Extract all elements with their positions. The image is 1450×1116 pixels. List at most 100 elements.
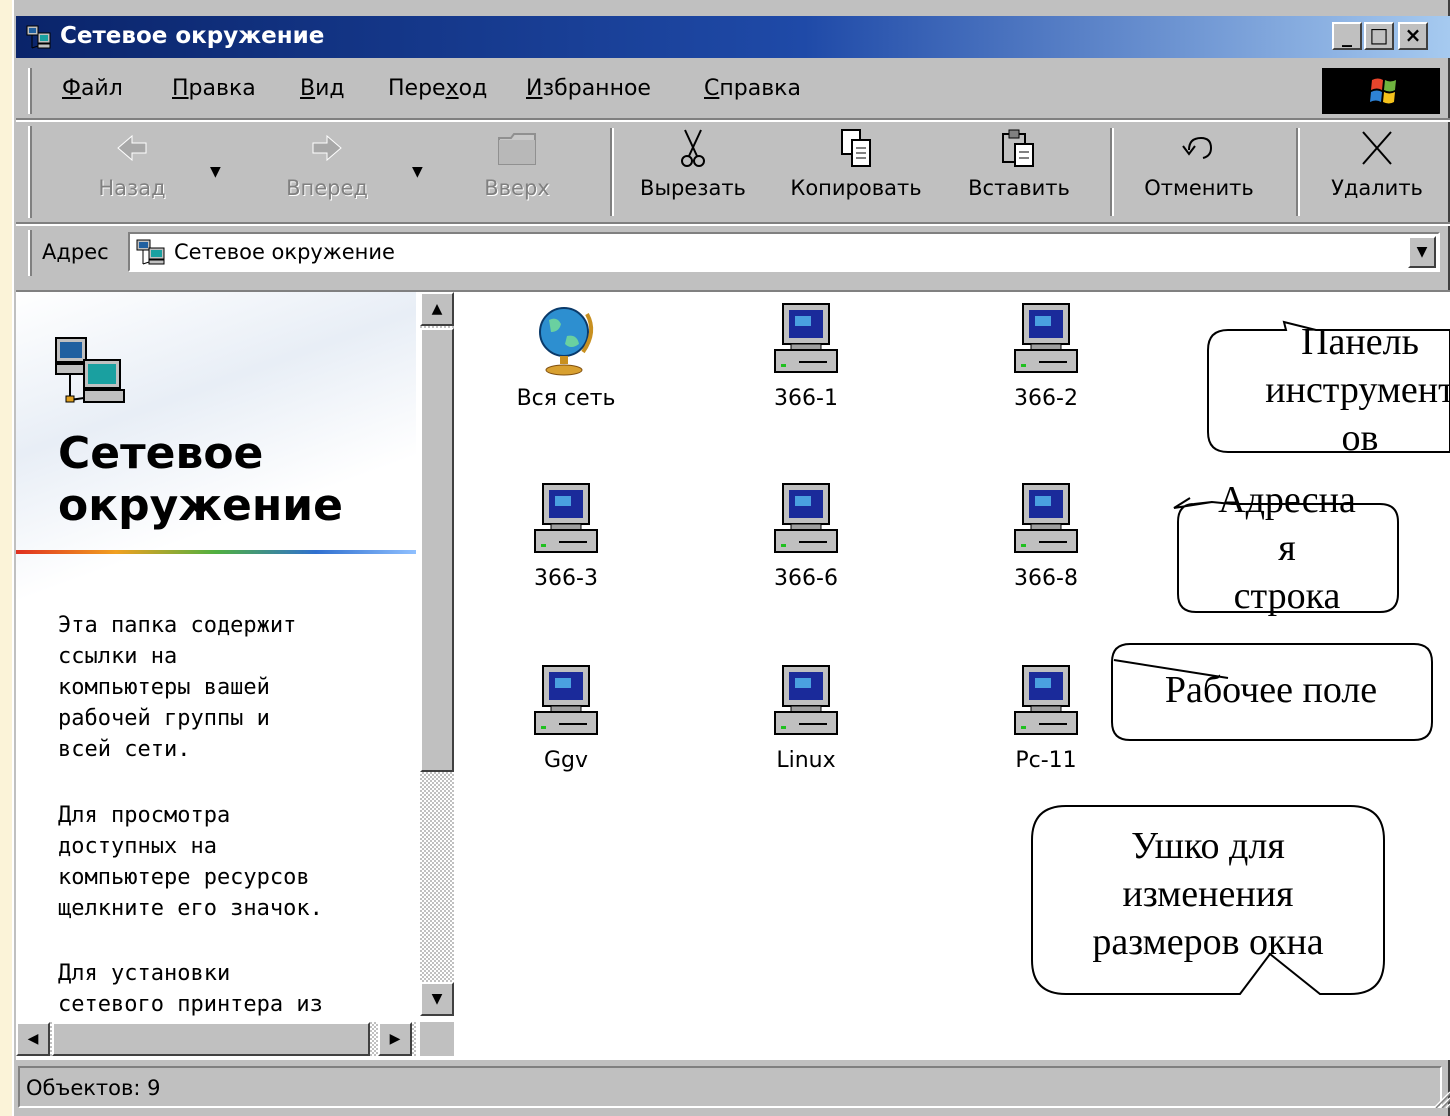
item-computer[interactable]: 366-8 (966, 482, 1126, 591)
pane-description: Эта папка содержит ссылки на компьютеры … (58, 613, 297, 762)
copy-button[interactable]: Копировать (776, 126, 936, 218)
close-button[interactable]: × (1398, 22, 1428, 50)
callout-text: Рабочее поле (1164, 669, 1378, 711)
status-object-count: Объектов: 9 (26, 1076, 161, 1100)
item-label: 366-1 (774, 386, 838, 411)
computer-icon (1014, 483, 1078, 553)
status-panel: Объектов: 9 (18, 1066, 1442, 1108)
pane-title: Сетевое окружение (58, 428, 343, 531)
callout-toolbar: Панель инструмент ов (1206, 320, 1450, 458)
computer-icon (774, 665, 838, 735)
delete-label: Удалить (1331, 176, 1423, 200)
toolbar-grip[interactable] (28, 126, 32, 218)
callout-resize: Ушко для изменения размеров окна (1030, 804, 1386, 1000)
scroll-up-button[interactable]: ▲ (420, 292, 454, 326)
address-input[interactable]: Сетевое окружение ▼ (128, 232, 1440, 272)
menu-access-key: С (704, 76, 720, 101)
copy-icon (841, 129, 871, 167)
item-computer[interactable]: Ggv (486, 664, 646, 773)
vertical-scroll-thumb[interactable] (420, 328, 454, 772)
item-label: Linux (776, 748, 836, 773)
item-computer[interactable]: 366-1 (726, 302, 886, 411)
item-label: Ggv (543, 748, 589, 773)
horizontal-scrollbar[interactable]: ◀ ▶ (16, 1022, 416, 1056)
item-computer[interactable]: Pc-11 (966, 664, 1126, 773)
pane-hint-printer: Для установки сетевого принтера из (58, 961, 323, 1017)
resize-grip-icon[interactable] (1430, 1088, 1450, 1108)
addressbar-grip[interactable] (28, 230, 32, 276)
menu-bar: Файл Правка Вид Переход Избранное Справк… (16, 64, 1450, 118)
menu-access-key: х (445, 76, 459, 101)
forward-arrow-icon (312, 134, 342, 162)
back-button[interactable]: Назад (72, 126, 192, 218)
toolbar-separator (1296, 128, 1300, 216)
up-label: Вверх (484, 176, 550, 200)
undo-button[interactable]: Отменить (1124, 126, 1274, 218)
item-label: Вся сеть (516, 386, 616, 411)
scroll-right-button[interactable]: ▶ (378, 1022, 412, 1056)
menubar-grip[interactable] (28, 68, 32, 114)
callout-text: Адресна я строка (1218, 479, 1356, 617)
cut-label: Вырезать (640, 176, 746, 200)
delete-x-icon (1362, 131, 1392, 165)
menu-access-key: И (526, 76, 543, 101)
paste-button[interactable]: Вставить (954, 126, 1084, 218)
toolbar-separator (610, 128, 614, 216)
menu-go[interactable]: Переход (388, 76, 487, 101)
item-label: 366-2 (1014, 386, 1078, 411)
callout-address: Адресна я строка (1172, 476, 1402, 617)
menu-access-key: П (172, 76, 189, 101)
menu-favorites[interactable]: Избранное (526, 76, 651, 101)
vertical-scrollbar[interactable]: ▲ ▼ (420, 292, 454, 1016)
horizontal-scroll-thumb[interactable] (52, 1022, 370, 1056)
paste-icon (1002, 129, 1034, 167)
up-button[interactable]: Вверх (462, 126, 572, 218)
computer-icon (534, 483, 598, 553)
computer-icon (774, 303, 838, 373)
menu-edit[interactable]: Правка (172, 76, 256, 101)
forward-button[interactable]: Вперед (262, 126, 392, 218)
menu-view[interactable]: Вид (300, 76, 345, 101)
pane-rule (16, 550, 416, 554)
menu-access-key: В (300, 76, 316, 101)
computer-icon (534, 665, 598, 735)
item-label: 366-6 (774, 566, 838, 591)
item-computer[interactable]: 366-6 (726, 482, 886, 591)
scrollbar-corner (420, 1022, 454, 1056)
address-dropdown-button[interactable]: ▼ (1408, 236, 1436, 268)
computer-icon (1014, 665, 1078, 735)
scroll-left-button[interactable]: ◀ (16, 1022, 50, 1056)
minimize-button[interactable]: _ (1332, 22, 1362, 50)
item-computer[interactable]: 366-3 (486, 482, 646, 591)
menu-file[interactable]: Файл (62, 76, 123, 101)
item-label: 366-8 (1014, 566, 1078, 591)
folder-up-icon (498, 133, 536, 165)
address-label: Адрес (42, 240, 109, 264)
item-computer[interactable]: Linux (726, 664, 886, 773)
back-arrow-icon (117, 134, 147, 162)
maximize-button[interactable]: □ (1364, 22, 1394, 50)
scissors-icon (681, 129, 705, 167)
network-neighborhood-icon (26, 25, 51, 49)
scroll-down-button[interactable]: ▼ (420, 982, 454, 1016)
menu-help[interactable]: Справка (704, 76, 801, 101)
cut-button[interactable]: Вырезать (628, 126, 758, 218)
network-neighborhood-icon (55, 337, 125, 403)
undo-label: Отменить (1144, 176, 1254, 200)
computer-icon (774, 483, 838, 553)
delete-button[interactable]: Удалить (1314, 126, 1440, 218)
address-bar: Адрес Сетевое окружение ▼ (16, 226, 1450, 282)
network-neighborhood-icon (136, 239, 165, 265)
forward-dropdown-icon[interactable]: ▼ (412, 164, 423, 180)
paste-label: Вставить (968, 176, 1070, 200)
windows-logo-icon (1322, 68, 1440, 114)
back-dropdown-icon[interactable]: ▼ (210, 164, 221, 180)
item-computer[interactable]: 366-2 (966, 302, 1126, 411)
title-bar[interactable]: Сетевое окружение _ □ × (16, 16, 1450, 58)
callout-text: Панель инструмент ов (1265, 321, 1450, 458)
callout-workspace: Рабочее поле (1108, 640, 1434, 742)
item-entire-network[interactable]: Вся сеть (486, 302, 646, 411)
standard-toolbar: Назад ▼ Вперед ▼ Вверх Вырезать Копирова… (16, 122, 1450, 222)
menu-access-key: Ф (62, 76, 81, 101)
computer-icon (1014, 303, 1078, 373)
